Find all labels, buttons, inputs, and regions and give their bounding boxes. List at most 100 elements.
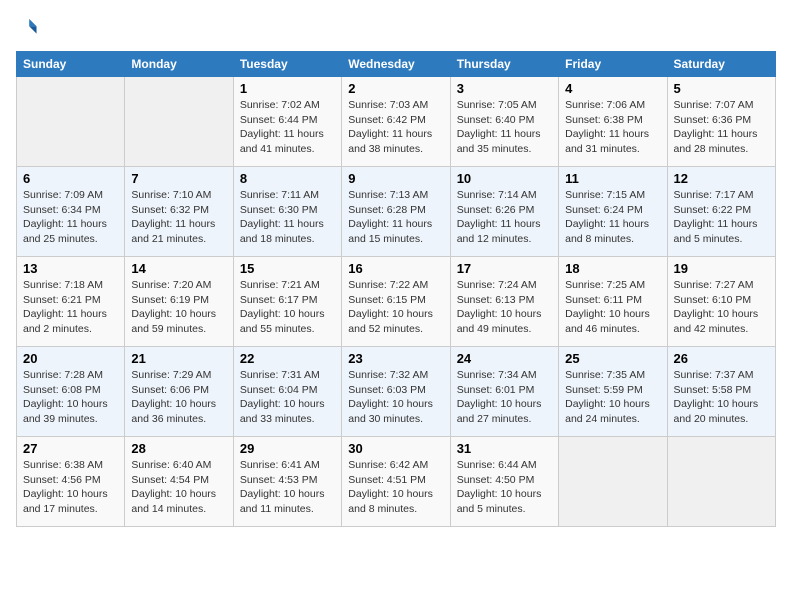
day-header-wednesday: Wednesday bbox=[342, 52, 450, 77]
calendar-week-4: 20 Sunrise: 7:28 AM Sunset: 6:08 PM Dayli… bbox=[17, 347, 776, 437]
day-info: Sunrise: 7:03 AM Sunset: 6:42 PM Dayligh… bbox=[348, 98, 443, 157]
calendar-cell: 19 Sunrise: 7:27 AM Sunset: 6:10 PM Dayli… bbox=[667, 257, 775, 347]
calendar-cell: 8 Sunrise: 7:11 AM Sunset: 6:30 PM Daylig… bbox=[233, 167, 341, 257]
day-info: Sunrise: 7:10 AM Sunset: 6:32 PM Dayligh… bbox=[131, 188, 226, 247]
calendar-cell: 6 Sunrise: 7:09 AM Sunset: 6:34 PM Daylig… bbox=[17, 167, 125, 257]
calendar-cell: 28 Sunrise: 6:40 AM Sunset: 4:54 PM Dayli… bbox=[125, 437, 233, 527]
calendar-cell: 13Sunrise: 7:18 AM Sunset: 6:21 PM Dayli… bbox=[17, 257, 125, 347]
day-info: Sunrise: 6:40 AM Sunset: 4:54 PM Dayligh… bbox=[131, 458, 226, 517]
day-info: Sunrise: 7:27 AM Sunset: 6:10 PM Dayligh… bbox=[674, 278, 769, 337]
day-info: Sunrise: 7:07 AM Sunset: 6:36 PM Dayligh… bbox=[674, 98, 769, 157]
calendar-table: SundayMondayTuesdayWednesdayThursdayFrid… bbox=[16, 51, 776, 527]
day-number: 4 bbox=[565, 81, 660, 96]
calendar-cell: 21 Sunrise: 7:29 AM Sunset: 6:06 PM Dayli… bbox=[125, 347, 233, 437]
day-info: Sunrise: 7:09 AM Sunset: 6:34 PM Dayligh… bbox=[23, 188, 118, 247]
calendar-cell: 24Sunrise: 7:34 AM Sunset: 6:01 PM Dayli… bbox=[450, 347, 558, 437]
day-number: 3 bbox=[457, 81, 552, 96]
day-header-friday: Friday bbox=[559, 52, 667, 77]
calendar-cell: 7Sunrise: 7:10 AM Sunset: 6:32 PM Daylig… bbox=[125, 167, 233, 257]
day-info: Sunrise: 7:34 AM Sunset: 6:01 PM Dayligh… bbox=[457, 368, 552, 427]
day-number: 29 bbox=[240, 441, 335, 456]
day-number: 22 bbox=[240, 351, 335, 366]
day-header-saturday: Saturday bbox=[667, 52, 775, 77]
day-number: 30 bbox=[348, 441, 443, 456]
day-number: 2 bbox=[348, 81, 443, 96]
day-info: Sunrise: 6:42 AM Sunset: 4:51 PM Dayligh… bbox=[348, 458, 443, 517]
day-number: 10 bbox=[457, 171, 552, 186]
calendar-cell bbox=[17, 77, 125, 167]
calendar-cell: 25 Sunrise: 7:35 AM Sunset: 5:59 PM Dayli… bbox=[559, 347, 667, 437]
day-info: Sunrise: 7:37 AM Sunset: 5:58 PM Dayligh… bbox=[674, 368, 769, 427]
calendar-cell bbox=[667, 437, 775, 527]
day-info: Sunrise: 6:38 AM Sunset: 4:56 PM Dayligh… bbox=[23, 458, 118, 517]
day-number: 5 bbox=[674, 81, 769, 96]
calendar-cell: 2 Sunrise: 7:03 AM Sunset: 6:42 PM Daylig… bbox=[342, 77, 450, 167]
day-number: 8 bbox=[240, 171, 335, 186]
day-number: 6 bbox=[23, 171, 118, 186]
calendar-cell: 16Sunrise: 7:22 AM Sunset: 6:15 PM Dayli… bbox=[342, 257, 450, 347]
calendar-cell bbox=[125, 77, 233, 167]
day-info: Sunrise: 6:41 AM Sunset: 4:53 PM Dayligh… bbox=[240, 458, 335, 517]
calendar-cell: 30 Sunrise: 6:42 AM Sunset: 4:51 PM Dayli… bbox=[342, 437, 450, 527]
day-number: 21 bbox=[131, 351, 226, 366]
day-header-thursday: Thursday bbox=[450, 52, 558, 77]
calendar-week-2: 6 Sunrise: 7:09 AM Sunset: 6:34 PM Daylig… bbox=[17, 167, 776, 257]
day-number: 26 bbox=[674, 351, 769, 366]
day-number: 17 bbox=[457, 261, 552, 276]
day-info: Sunrise: 7:11 AM Sunset: 6:30 PM Dayligh… bbox=[240, 188, 335, 247]
calendar-cell: 3 Sunrise: 7:05 AM Sunset: 6:40 PM Daylig… bbox=[450, 77, 558, 167]
calendar-cell: 31Sunrise: 6:44 AM Sunset: 4:50 PM Dayli… bbox=[450, 437, 558, 527]
day-number: 31 bbox=[457, 441, 552, 456]
calendar-cell: 15 Sunrise: 7:21 AM Sunset: 6:17 PM Dayli… bbox=[233, 257, 341, 347]
day-info: Sunrise: 7:14 AM Sunset: 6:26 PM Dayligh… bbox=[457, 188, 552, 247]
calendar-cell: 26 Sunrise: 7:37 AM Sunset: 5:58 PM Dayli… bbox=[667, 347, 775, 437]
day-info: Sunrise: 7:22 AM Sunset: 6:15 PM Dayligh… bbox=[348, 278, 443, 337]
day-info: Sunrise: 7:35 AM Sunset: 5:59 PM Dayligh… bbox=[565, 368, 660, 427]
calendar-cell: 20 Sunrise: 7:28 AM Sunset: 6:08 PM Dayli… bbox=[17, 347, 125, 437]
days-header-row: SundayMondayTuesdayWednesdayThursdayFrid… bbox=[17, 52, 776, 77]
calendar-cell: 29 Sunrise: 6:41 AM Sunset: 4:53 PM Dayli… bbox=[233, 437, 341, 527]
calendar-cell: 17 Sunrise: 7:24 AM Sunset: 6:13 PM Dayli… bbox=[450, 257, 558, 347]
day-info: Sunrise: 7:32 AM Sunset: 6:03 PM Dayligh… bbox=[348, 368, 443, 427]
page-header bbox=[16, 16, 776, 43]
day-number: 15 bbox=[240, 261, 335, 276]
day-info: Sunrise: 7:15 AM Sunset: 6:24 PM Dayligh… bbox=[565, 188, 660, 247]
day-info: Sunrise: 7:24 AM Sunset: 6:13 PM Dayligh… bbox=[457, 278, 552, 337]
calendar-cell: 27 Sunrise: 6:38 AM Sunset: 4:56 PM Dayli… bbox=[17, 437, 125, 527]
calendar-cell: 18Sunrise: 7:25 AM Sunset: 6:11 PM Dayli… bbox=[559, 257, 667, 347]
day-number: 9 bbox=[348, 171, 443, 186]
day-info: Sunrise: 7:05 AM Sunset: 6:40 PM Dayligh… bbox=[457, 98, 552, 157]
calendar-cell: 12Sunrise: 7:17 AM Sunset: 6:22 PM Dayli… bbox=[667, 167, 775, 257]
calendar-cell: 23 Sunrise: 7:32 AM Sunset: 6:03 PM Dayli… bbox=[342, 347, 450, 437]
calendar-cell bbox=[559, 437, 667, 527]
day-info: Sunrise: 7:29 AM Sunset: 6:06 PM Dayligh… bbox=[131, 368, 226, 427]
day-info: Sunrise: 7:31 AM Sunset: 6:04 PM Dayligh… bbox=[240, 368, 335, 427]
calendar-cell: 14 Sunrise: 7:20 AM Sunset: 6:19 PM Dayli… bbox=[125, 257, 233, 347]
day-number: 13 bbox=[23, 261, 118, 276]
day-info: Sunrise: 7:20 AM Sunset: 6:19 PM Dayligh… bbox=[131, 278, 226, 337]
day-number: 1 bbox=[240, 81, 335, 96]
logo-icon bbox=[16, 16, 38, 38]
day-info: Sunrise: 7:28 AM Sunset: 6:08 PM Dayligh… bbox=[23, 368, 118, 427]
calendar-cell: 4 Sunrise: 7:06 AM Sunset: 6:38 PM Daylig… bbox=[559, 77, 667, 167]
calendar-week-3: 13Sunrise: 7:18 AM Sunset: 6:21 PM Dayli… bbox=[17, 257, 776, 347]
day-number: 20 bbox=[23, 351, 118, 366]
day-number: 25 bbox=[565, 351, 660, 366]
day-info: Sunrise: 7:21 AM Sunset: 6:17 PM Dayligh… bbox=[240, 278, 335, 337]
day-info: Sunrise: 7:02 AM Sunset: 6:44 PM Dayligh… bbox=[240, 98, 335, 157]
day-number: 28 bbox=[131, 441, 226, 456]
day-info: Sunrise: 7:13 AM Sunset: 6:28 PM Dayligh… bbox=[348, 188, 443, 247]
calendar-week-5: 27 Sunrise: 6:38 AM Sunset: 4:56 PM Dayli… bbox=[17, 437, 776, 527]
day-number: 27 bbox=[23, 441, 118, 456]
day-number: 12 bbox=[674, 171, 769, 186]
logo bbox=[16, 16, 40, 43]
day-number: 19 bbox=[674, 261, 769, 276]
day-header-tuesday: Tuesday bbox=[233, 52, 341, 77]
day-number: 23 bbox=[348, 351, 443, 366]
calendar-cell: 11Sunrise: 7:15 AM Sunset: 6:24 PM Dayli… bbox=[559, 167, 667, 257]
calendar-cell: 5 Sunrise: 7:07 AM Sunset: 6:36 PM Daylig… bbox=[667, 77, 775, 167]
calendar-cell: 22 Sunrise: 7:31 AM Sunset: 6:04 PM Dayli… bbox=[233, 347, 341, 437]
day-info: Sunrise: 7:06 AM Sunset: 6:38 PM Dayligh… bbox=[565, 98, 660, 157]
day-number: 14 bbox=[131, 261, 226, 276]
calendar-cell: 9 Sunrise: 7:13 AM Sunset: 6:28 PM Daylig… bbox=[342, 167, 450, 257]
